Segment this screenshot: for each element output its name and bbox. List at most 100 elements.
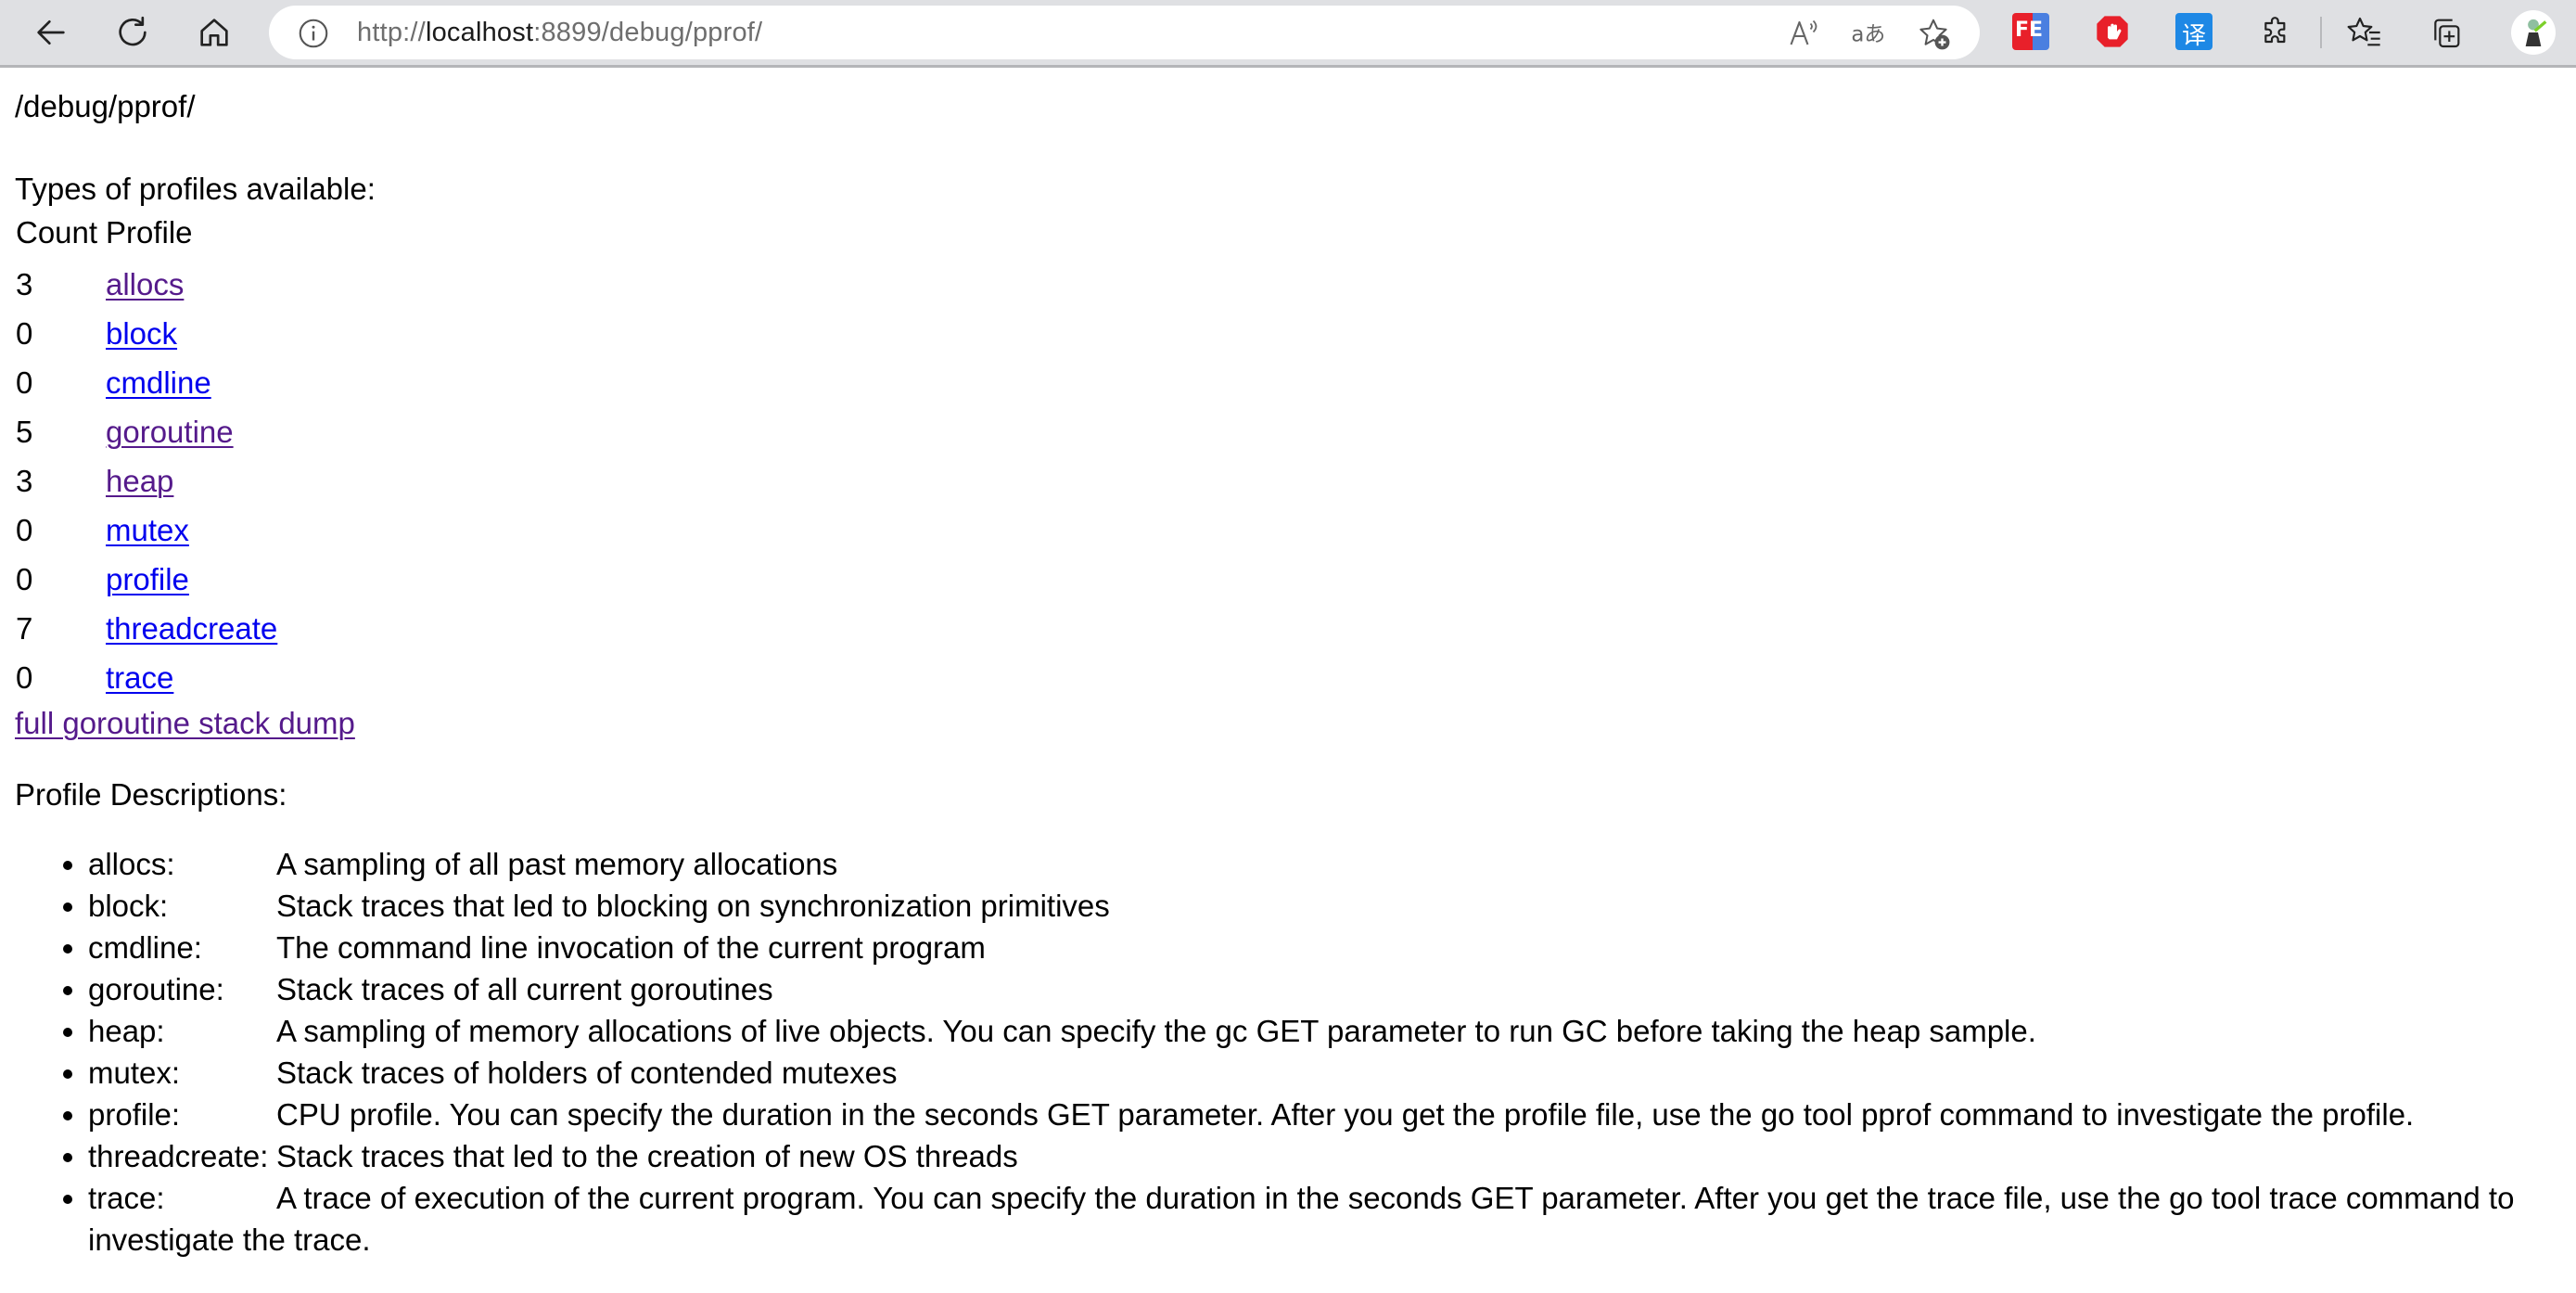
address-bar[interactable]: http://localhost:8899/debug/pprof/ aあ	[269, 6, 1980, 59]
translate-icon: aあ	[1851, 23, 1885, 47]
extensions-icon	[2264, 17, 2286, 44]
profile-cell: allocs	[105, 260, 277, 309]
table-row: 0 block	[15, 309, 277, 358]
translate-extension[interactable]: 译	[2175, 13, 2213, 50]
count-column-header: Count	[16, 215, 98, 250]
adblock-extension[interactable]	[2094, 13, 2131, 50]
profile-cell: threadcreate	[105, 604, 277, 653]
profile-link-block[interactable]: block	[106, 316, 177, 351]
profile-link-allocs[interactable]: allocs	[106, 267, 184, 301]
table-row: 0 cmdline	[15, 358, 277, 407]
site-info-icon[interactable]	[297, 17, 330, 50]
description-item: profile: CPU profile. You can specify the…	[88, 1094, 2573, 1135]
description-profile-name: block:	[88, 889, 169, 923]
description-profile-name: profile:	[88, 1097, 181, 1132]
description-item: threadcreate:Stack traces that led to th…	[88, 1135, 2573, 1177]
fe-helper-label: FE	[2015, 19, 2044, 42]
description-text: A sampling of all past memory allocation…	[276, 847, 838, 881]
table-row: 7 threadcreate	[15, 604, 277, 653]
table-row: 3 allocs	[15, 260, 277, 309]
stop-hand-icon	[2097, 16, 2128, 47]
read-aloud-icon	[1790, 19, 1817, 45]
profile-link-trace[interactable]: trace	[106, 660, 173, 695]
profile-avatar[interactable]	[2511, 10, 2556, 55]
toolbar-divider	[2320, 17, 2322, 48]
collections-icon	[2434, 19, 2460, 48]
descriptions-list: allocs: A sampling of all past memory all…	[15, 843, 2573, 1261]
profile-link-mutex[interactable]: mutex	[106, 513, 189, 547]
description-profile-name: heap:	[88, 1014, 165, 1048]
profile-cell: goroutine	[105, 407, 277, 456]
description-profile-name: cmdline:	[88, 930, 202, 965]
back-button[interactable]	[28, 9, 74, 56]
profile-count: 3	[16, 464, 33, 498]
favorites-button[interactable]	[2341, 9, 2388, 56]
description-text: Stack traces that led to blocking on syn…	[276, 889, 1110, 923]
table-row: 0 mutex	[15, 506, 277, 555]
full-goroutine-stack-dump-link[interactable]: full goroutine stack dump	[15, 705, 355, 742]
profile-cell: cmdline	[105, 358, 277, 407]
translate-extension-label: 译	[2182, 22, 2207, 50]
description-text: A trace of execution of the current prog…	[88, 1181, 2515, 1257]
description-profile-name: trace:	[88, 1181, 165, 1215]
profile-link-profile[interactable]: profile	[106, 562, 189, 596]
profile-count: 7	[16, 611, 33, 646]
table-row: 0 profile	[15, 555, 277, 604]
add-favorite-button[interactable]	[1915, 15, 1952, 52]
url-text[interactable]: http://localhost:8899/debug/pprof/	[357, 17, 762, 48]
profile-cell: mutex	[105, 506, 277, 555]
avatar-icon	[2525, 19, 2547, 46]
add-favorite-icon	[1919, 19, 1950, 50]
description-profile-name: goroutine:	[88, 972, 224, 1006]
types-heading: Types of profiles available:	[15, 172, 376, 206]
reload-icon	[119, 16, 147, 46]
description-item: allocs: A sampling of all past memory all…	[88, 843, 2573, 885]
description-item: block: Stack traces that led to blocking …	[88, 885, 2573, 927]
profile-count: 3	[16, 267, 33, 301]
arrow-left-icon	[37, 20, 65, 45]
fe-helper-extension[interactable]: FE	[2012, 13, 2049, 50]
read-aloud-button[interactable]	[1785, 15, 1822, 52]
favorites-icon	[2347, 17, 2380, 46]
description-text: Stack traces of holders of contended mut…	[276, 1056, 898, 1090]
browser-toolbar: http://localhost:8899/debug/pprof/ aあ FE…	[0, 0, 2576, 68]
description-profile-name: allocs:	[88, 847, 175, 881]
table-header-row: Count Profile	[15, 214, 277, 260]
profile-cell: trace	[105, 653, 277, 702]
profile-cell: heap	[105, 456, 277, 506]
url-path: :8899/debug/pprof/	[533, 18, 763, 47]
table-row: 3 heap	[15, 456, 277, 506]
url-host: localhost	[425, 18, 534, 47]
description-item: heap: A sampling of memory allocations of…	[88, 1010, 2573, 1052]
description-profile-name: mutex:	[88, 1056, 181, 1090]
reload-button[interactable]	[109, 9, 156, 56]
descriptions-heading: Profile Descriptions:	[15, 777, 287, 812]
profile-link-cmdline[interactable]: cmdline	[106, 365, 211, 400]
collections-button[interactable]	[2423, 9, 2469, 56]
extensions-button[interactable]	[2253, 9, 2300, 56]
profile-link-threadcreate[interactable]: threadcreate	[106, 611, 277, 646]
svg-text:aあ: aあ	[1851, 23, 1885, 47]
url-scheme: http://	[357, 18, 426, 47]
description-text: A sampling of memory allocations of live…	[276, 1014, 2036, 1048]
description-profile-name: threadcreate:	[88, 1139, 269, 1173]
description-text: CPU profile. You can specify the duratio…	[276, 1097, 2415, 1132]
profile-link-heap[interactable]: heap	[106, 464, 173, 498]
description-item: mutex: Stack traces of holders of contend…	[88, 1052, 2573, 1094]
description-item: goroutine: Stack traces of all current go…	[88, 968, 2573, 1010]
profile-count: 0	[16, 562, 33, 596]
description-text: Stack traces that led to the creation of…	[276, 1139, 1018, 1173]
description-text: The command line invocation of the curre…	[276, 930, 986, 965]
profile-count: 0	[16, 660, 33, 695]
translate-button[interactable]: aあ	[1850, 15, 1887, 52]
profile-link-goroutine[interactable]: goroutine	[106, 415, 234, 449]
description-item: cmdline: The command line invocation of t…	[88, 927, 2573, 968]
home-icon	[200, 19, 228, 46]
profile-count: 5	[16, 415, 33, 449]
page-title: /debug/pprof/	[15, 89, 196, 123]
home-button[interactable]	[191, 9, 237, 56]
profile-count: 0	[16, 316, 33, 351]
description-item: trace:A trace of execution of the curren…	[88, 1177, 2573, 1261]
table-row: 5 goroutine	[15, 407, 277, 456]
profile-column-header: Profile	[106, 215, 193, 250]
